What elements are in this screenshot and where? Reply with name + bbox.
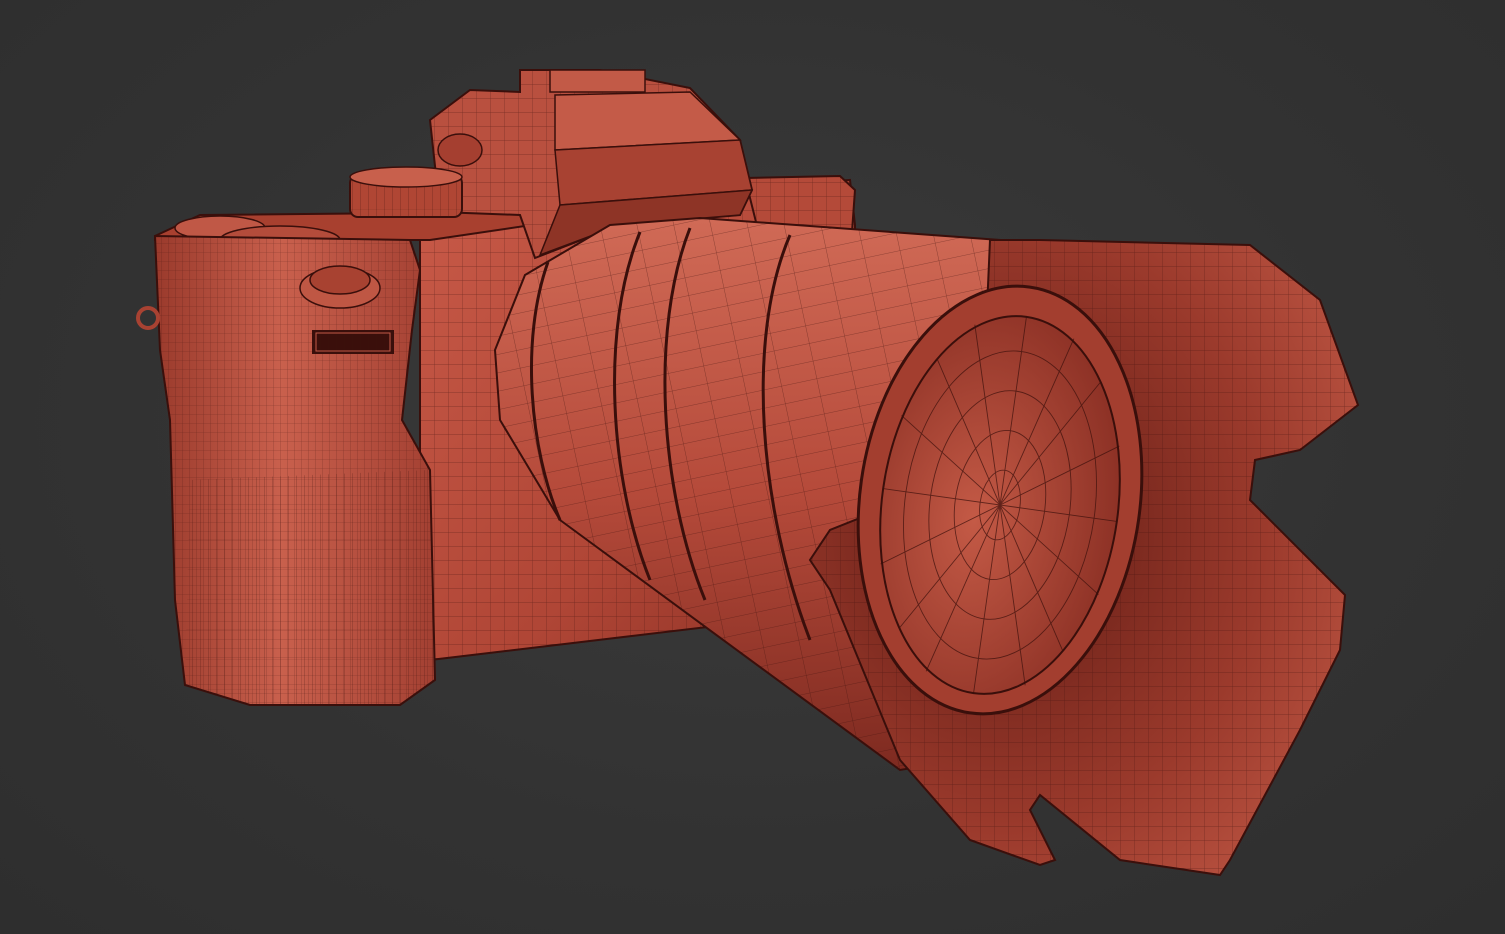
render-viewport	[0, 0, 1505, 934]
camera-wireframe-model	[136, 69, 1360, 877]
camera-grip	[136, 234, 437, 706]
